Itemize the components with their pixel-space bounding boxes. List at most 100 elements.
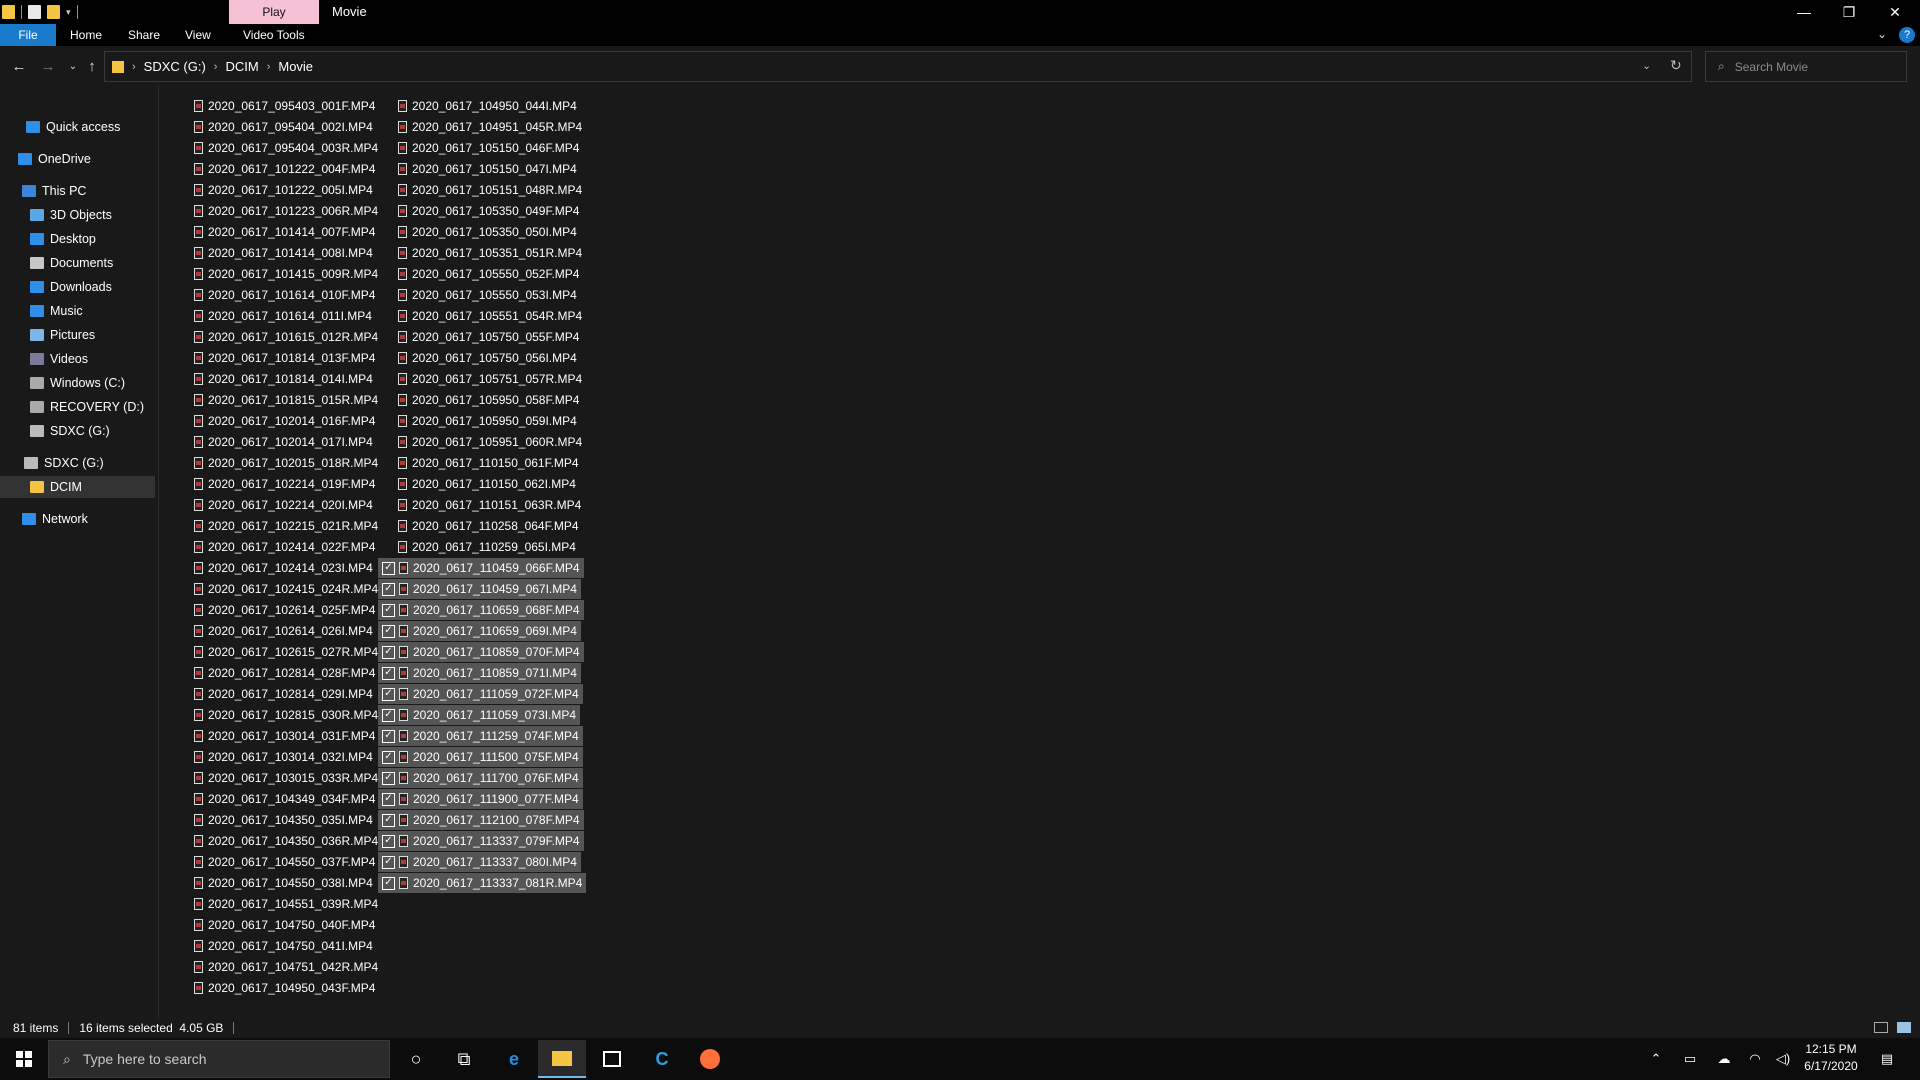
ccleaner-icon[interactable]: C: [638, 1040, 686, 1078]
address-bar[interactable]: [104, 51, 1692, 82]
file-item[interactable]: 2020_0617_110151_063R.MP4: [398, 495, 581, 515]
selection-checkbox[interactable]: ✓: [382, 561, 395, 575]
file-item[interactable]: 2020_0617_104550_037F.MP4: [194, 852, 375, 872]
tab-home[interactable]: Home: [60, 24, 112, 46]
file-item[interactable]: 2020_0617_110259_065I.MP4: [398, 537, 576, 557]
file-item[interactable]: 2020_0617_104551_039R.MP4: [194, 894, 378, 914]
file-item[interactable]: 2020_0617_102215_021R.MP4: [194, 516, 378, 536]
selection-checkbox[interactable]: ✓: [382, 750, 395, 764]
file-item[interactable]: 2020_0617_105751_057R.MP4: [398, 369, 582, 389]
restore-button[interactable]: ❐: [1826, 0, 1872, 24]
file-item[interactable]: 2020_0617_102614_025F.MP4: [194, 600, 375, 620]
file-item[interactable]: 2020_0617_095404_003R.MP4: [194, 138, 378, 158]
sidebar-item-desktop[interactable]: Desktop: [0, 228, 155, 250]
file-item[interactable]: 2020_0617_103014_032I.MP4: [194, 747, 373, 767]
file-item[interactable]: 2020_0617_101414_007F.MP4: [194, 222, 375, 242]
sidebar-item-pictures[interactable]: Pictures: [0, 324, 155, 346]
file-item[interactable]: 2020_0617_102814_029I.MP4: [194, 684, 373, 704]
file-item[interactable]: 2020_0617_102414_023I.MP4: [194, 558, 373, 578]
file-item[interactable]: 2020_0617_105950_058F.MP4: [398, 390, 579, 410]
file-item[interactable]: 2020_0617_105750_056I.MP4: [398, 348, 577, 368]
file-item[interactable]: 2020_0617_110150_061F.MP4: [398, 453, 579, 473]
file-item[interactable]: 2020_0617_101223_006R.MP4: [194, 201, 378, 221]
selection-checkbox[interactable]: ✓: [382, 666, 395, 680]
tab-view[interactable]: View: [175, 24, 221, 46]
tab-share[interactable]: Share: [118, 24, 170, 46]
selection-checkbox[interactable]: ✓: [382, 708, 395, 722]
file-item[interactable]: ✓ 2020_0617_111059_072F.MP4: [378, 684, 583, 704]
file-item[interactable]: ✓ 2020_0617_111900_077F.MP4: [378, 789, 583, 809]
file-item[interactable]: 2020_0617_101415_009R.MP4: [194, 264, 378, 284]
file-item[interactable]: 2020_0617_102014_016F.MP4: [194, 411, 375, 431]
file-item[interactable]: ✓ 2020_0617_111700_076F.MP4: [378, 768, 583, 788]
selection-checkbox[interactable]: ✓: [382, 771, 395, 785]
up-button[interactable]: ↑: [81, 56, 103, 76]
file-item[interactable]: ✓ 2020_0617_113337_081R.MP4: [378, 873, 587, 893]
file-item[interactable]: 2020_0617_104750_041I.MP4: [194, 936, 373, 956]
file-item[interactable]: ✓ 2020_0617_110459_067I.MP4: [378, 579, 581, 599]
file-item[interactable]: ✓ 2020_0617_111059_073I.MP4: [378, 705, 581, 725]
file-item[interactable]: 2020_0617_105150_047I.MP4: [398, 159, 577, 179]
show-hidden-icons-icon[interactable]: ⌃: [1646, 1040, 1666, 1078]
sidebar-item-recovery-d[interactable]: RECOVERY (D:): [0, 396, 155, 418]
file-item[interactable]: 2020_0617_102815_030R.MP4: [194, 705, 378, 725]
wifi-icon[interactable]: ◠: [1744, 1040, 1766, 1078]
file-item[interactable]: 2020_0617_105151_048R.MP4: [398, 180, 582, 200]
sidebar-item-sdxc-g[interactable]: SDXC (G:): [0, 452, 155, 474]
volume-icon[interactable]: ◁): [1772, 1040, 1794, 1078]
selection-checkbox[interactable]: ✓: [382, 834, 395, 848]
sidebar-item-quick-access[interactable]: Quick access: [0, 116, 155, 138]
file-item[interactable]: 2020_0617_095403_001F.MP4: [194, 96, 375, 116]
file-item[interactable]: 2020_0617_105550_053I.MP4: [398, 285, 577, 305]
file-item[interactable]: 2020_0617_104951_045R.MP4: [398, 117, 582, 137]
file-item[interactable]: 2020_0617_105350_049F.MP4: [398, 201, 579, 221]
clock[interactable]: 12:15 PM 6/17/2020: [1796, 1041, 1866, 1077]
file-item[interactable]: 2020_0617_095404_002I.MP4: [194, 117, 373, 137]
file-item[interactable]: 2020_0617_103014_031F.MP4: [194, 726, 375, 746]
selection-checkbox[interactable]: ✓: [382, 645, 395, 659]
sidebar-item-this-pc[interactable]: This PC: [0, 180, 155, 202]
file-item[interactable]: 2020_0617_104950_043F.MP4: [194, 978, 375, 998]
file-item[interactable]: 2020_0617_105551_054R.MP4: [398, 306, 582, 326]
file-item[interactable]: 2020_0617_102014_017I.MP4: [194, 432, 373, 452]
file-item[interactable]: 2020_0617_105951_060R.MP4: [398, 432, 582, 452]
customize-toolbar-icon[interactable]: ▾: [66, 7, 71, 18]
file-item[interactable]: 2020_0617_102214_019F.MP4: [194, 474, 375, 494]
file-explorer-icon[interactable]: [538, 1040, 586, 1078]
file-item[interactable]: ✓ 2020_0617_110459_066F.MP4: [378, 558, 584, 578]
large-icons-view-icon[interactable]: [1897, 1022, 1911, 1033]
sidebar-item-music[interactable]: Music: [0, 300, 155, 322]
sidebar-item-windows-c[interactable]: Windows (C:): [0, 372, 155, 394]
file-item[interactable]: 2020_0617_110258_064F.MP4: [398, 516, 579, 536]
selection-checkbox[interactable]: ✓: [382, 603, 395, 617]
file-item[interactable]: 2020_0617_101414_008I.MP4: [194, 243, 373, 263]
file-item[interactable]: ✓ 2020_0617_110659_069I.MP4: [378, 621, 581, 641]
file-item[interactable]: ✓ 2020_0617_110859_071I.MP4: [378, 663, 581, 683]
sidebar-item-sdxc-g[interactable]: SDXC (G:): [0, 420, 155, 442]
new-folder-icon[interactable]: [47, 5, 60, 19]
task-view-icon[interactable]: ⧉: [440, 1040, 488, 1078]
file-item[interactable]: 2020_0617_105950_059I.MP4: [398, 411, 577, 431]
selection-checkbox[interactable]: ✓: [382, 855, 395, 869]
expand-ribbon-icon[interactable]: ⌄: [1877, 27, 1887, 41]
file-item[interactable]: 2020_0617_101222_005I.MP4: [194, 180, 373, 200]
file-item[interactable]: 2020_0617_102214_020I.MP4: [194, 495, 373, 515]
selection-checkbox[interactable]: ✓: [382, 624, 395, 638]
start-button[interactable]: [0, 1038, 48, 1080]
file-item[interactable]: 2020_0617_105150_046F.MP4: [398, 138, 579, 158]
file-item[interactable]: 2020_0617_104350_035I.MP4: [194, 810, 373, 830]
edge-icon[interactable]: e: [490, 1040, 538, 1078]
sidebar-item-network[interactable]: Network: [0, 508, 155, 530]
sidebar-item-documents[interactable]: Documents: [0, 252, 155, 274]
store-icon[interactable]: [588, 1040, 636, 1078]
back-button[interactable]: ←: [8, 56, 30, 76]
selection-checkbox[interactable]: ✓: [382, 792, 395, 806]
cortana-icon[interactable]: ○: [392, 1040, 440, 1078]
file-item[interactable]: 2020_0617_104349_034F.MP4: [194, 789, 375, 809]
minimize-button[interactable]: —: [1781, 0, 1827, 24]
file-item[interactable]: 2020_0617_101814_014I.MP4: [194, 369, 373, 389]
file-item[interactable]: ✓ 2020_0617_110659_068F.MP4: [378, 600, 584, 620]
firefox-icon[interactable]: [686, 1040, 734, 1078]
taskbar-search-input[interactable]: ⌕ Type here to search: [48, 1040, 390, 1078]
file-item[interactable]: 2020_0617_102015_018R.MP4: [194, 453, 378, 473]
